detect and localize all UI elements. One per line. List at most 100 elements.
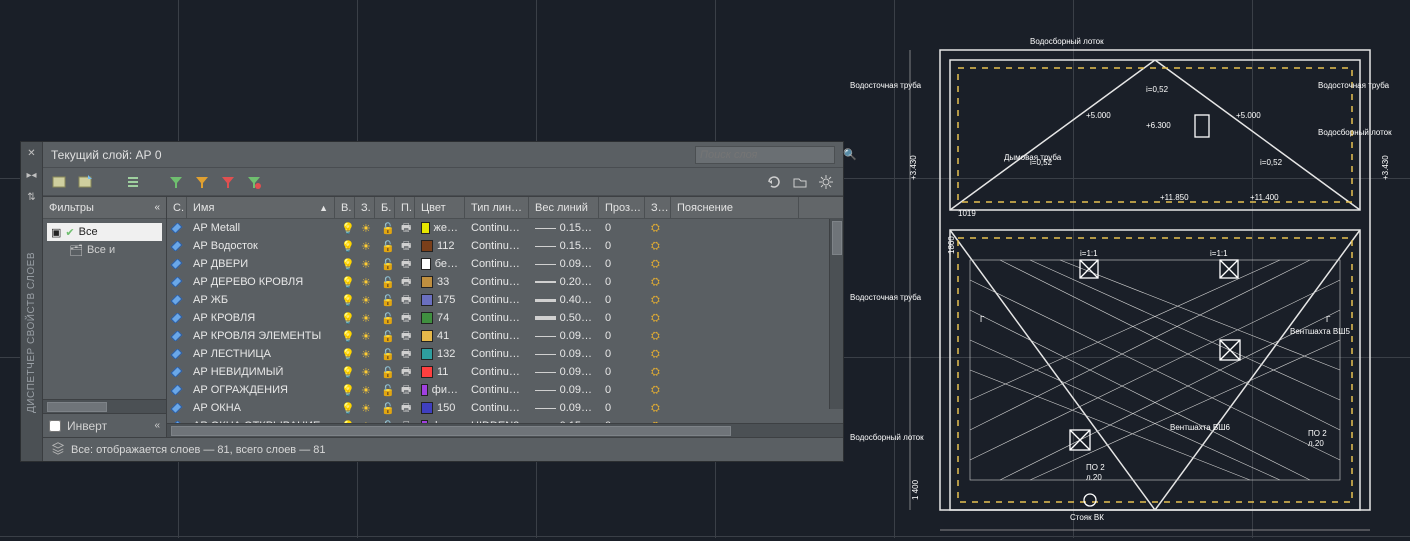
- layer-name[interactable]: АР ЖБ: [187, 294, 335, 306]
- layer-lineweight[interactable]: 0.09…: [529, 348, 599, 360]
- refresh-icon[interactable]: [765, 173, 783, 191]
- layer-transparency[interactable]: 0: [599, 384, 645, 396]
- layer-lineweight[interactable]: 0.09…: [529, 366, 599, 378]
- layer-linetype[interactable]: Continu…: [465, 258, 529, 270]
- sun-icon[interactable]: ☀: [361, 366, 371, 379]
- layer-name[interactable]: АР НЕВИДИМЫЙ: [187, 366, 335, 378]
- sun-icon[interactable]: ☀: [361, 258, 371, 271]
- layer-linetype[interactable]: Continu…: [465, 384, 529, 396]
- col-plot[interactable]: П.: [395, 197, 415, 218]
- sun-icon[interactable]: ☀: [361, 402, 371, 415]
- invert-filter-checkbox[interactable]: [49, 420, 61, 432]
- layer-linetype[interactable]: Continu…: [465, 240, 529, 252]
- search-icon[interactable]: 🔍: [843, 148, 857, 161]
- layer-linetype[interactable]: Continu…: [465, 330, 529, 342]
- layer-states-icon[interactable]: [125, 173, 143, 191]
- layer-newvp[interactable]: ⛭: [645, 348, 671, 361]
- layer-transparency[interactable]: 0: [599, 366, 645, 378]
- layer-transparency[interactable]: 0: [599, 258, 645, 270]
- layer-newvp[interactable]: ⛭: [645, 294, 671, 307]
- menu-icon[interactable]: ⇅: [25, 190, 39, 204]
- layer-color[interactable]: же…: [415, 222, 465, 234]
- layer-name[interactable]: АР ДЕРЕВО КРОВЛЯ: [187, 276, 335, 288]
- lock-icon[interactable]: 🔓: [381, 222, 395, 235]
- lock-icon[interactable]: 🔓: [381, 294, 395, 307]
- col-linetype[interactable]: Тип лин…: [465, 197, 529, 218]
- bulb-icon[interactable]: 💡: [341, 240, 355, 253]
- layer-color[interactable]: фи…: [415, 384, 465, 396]
- lock-icon[interactable]: 🔓: [381, 330, 395, 343]
- close-icon[interactable]: ✕: [25, 146, 39, 160]
- gear-icon[interactable]: [817, 173, 835, 191]
- layer-row[interactable]: АР КРОВЛЯ💡☀🔓🖶74Continu… 0.50…0⛭: [167, 309, 843, 327]
- bulb-icon[interactable]: 💡: [341, 258, 355, 271]
- layer-row[interactable]: АР ДВЕРИ💡☀🔓🖶бе…Continu… 0.09…0⛭: [167, 255, 843, 273]
- layer-name[interactable]: АР КРОВЛЯ: [187, 312, 335, 324]
- layer-row[interactable]: АР Водосток💡☀🔓🖶112Continu… 0.15…0⛭: [167, 237, 843, 255]
- layer-row[interactable]: АР ЛЕСТНИЦА💡☀🔓🖶132Continu… 0.09…0⛭: [167, 345, 843, 363]
- layer-color[interactable]: 33: [415, 276, 465, 288]
- plot-icon[interactable]: 🖶: [401, 327, 411, 346]
- layer-newvp[interactable]: ⛭: [645, 240, 671, 253]
- layer-newvp[interactable]: ⛭: [645, 222, 671, 235]
- plot-icon[interactable]: 🖶: [401, 363, 411, 382]
- search-layer-input[interactable]: 🔍: [695, 146, 835, 164]
- layer-transparency[interactable]: 0: [599, 312, 645, 324]
- layer-name[interactable]: АР ЛЕСТНИЦА: [187, 348, 335, 360]
- layer-color[interactable]: 41: [415, 330, 465, 342]
- layer-newvp[interactable]: ⛭: [645, 258, 671, 271]
- layer-name[interactable]: АР ОКНА: [187, 402, 335, 414]
- col-lock[interactable]: Б.: [375, 197, 395, 218]
- layer-lineweight[interactable]: 0.15…: [529, 222, 599, 234]
- layer-transparency[interactable]: 0: [599, 348, 645, 360]
- layer-lineweight[interactable]: 0.40…: [529, 294, 599, 306]
- bulb-icon[interactable]: 💡: [341, 348, 355, 361]
- col-on[interactable]: В.: [335, 197, 355, 218]
- layer-name[interactable]: АР ОГРАЖДЕНИЯ: [187, 384, 335, 396]
- layer-row[interactable]: АР ЖБ💡☀🔓🖶175Continu… 0.40…0⛭: [167, 291, 843, 309]
- layer-linetype[interactable]: Continu…: [465, 276, 529, 288]
- filters-hscroll[interactable]: [43, 399, 166, 413]
- bulb-icon[interactable]: 💡: [341, 222, 355, 235]
- lock-icon[interactable]: 🔓: [381, 276, 395, 289]
- plot-icon[interactable]: 🖶: [401, 345, 411, 364]
- collapse-invert-icon[interactable]: «: [154, 420, 160, 431]
- layer-newvp[interactable]: ⛭: [645, 312, 671, 325]
- layer-row[interactable]: АР Metall💡☀🔓🖶же…Continu… 0.15…0⛭: [167, 219, 843, 237]
- filter-new-icon[interactable]: [167, 173, 185, 191]
- sun-icon[interactable]: ☀: [361, 294, 371, 307]
- layer-newvp[interactable]: ⛭: [645, 366, 671, 379]
- bulb-icon[interactable]: 💡: [341, 384, 355, 397]
- layer-name[interactable]: АР Водосток: [187, 240, 335, 252]
- search-input[interactable]: [700, 149, 843, 161]
- layer-lineweight[interactable]: 0.50…: [529, 312, 599, 324]
- col-newvp[interactable]: З…: [645, 197, 671, 218]
- layer-color[interactable]: бе…: [415, 258, 465, 270]
- layer-color[interactable]: 112: [415, 240, 465, 252]
- layer-grid[interactable]: С. Имя ▲ В. З. Б. П. Цвет Тип лин… Вес л…: [167, 197, 843, 437]
- lock-icon[interactable]: 🔓: [381, 402, 395, 415]
- lock-icon[interactable]: 🔓: [381, 258, 395, 271]
- layer-lineweight[interactable]: 0.15…: [529, 240, 599, 252]
- settings-folder-icon[interactable]: [791, 173, 809, 191]
- layer-name[interactable]: АР ДВЕРИ: [187, 258, 335, 270]
- layer-lineweight[interactable]: 0.09…: [529, 330, 599, 342]
- layer-newvp[interactable]: ⛭: [645, 330, 671, 343]
- bulb-icon[interactable]: 💡: [341, 312, 355, 325]
- plot-icon[interactable]: 🖶: [401, 255, 411, 274]
- layer-name[interactable]: АР КРОВЛЯ ЭЛЕМЕНТЫ: [187, 330, 335, 342]
- filter-group-icon[interactable]: [193, 173, 211, 191]
- lock-icon[interactable]: 🔓: [381, 312, 395, 325]
- sun-icon[interactable]: ☀: [361, 240, 371, 253]
- sun-icon[interactable]: ☀: [361, 276, 371, 289]
- bulb-icon[interactable]: 💡: [341, 294, 355, 307]
- layer-transparency[interactable]: 0: [599, 222, 645, 234]
- layer-row[interactable]: АР НЕВИДИМЫЙ💡☀🔓🖶11Continu… 0.09…0⛭: [167, 363, 843, 381]
- layer-row[interactable]: АР ДЕРЕВО КРОВЛЯ💡☀🔓🖶33Continu… 0.20…0⛭: [167, 273, 843, 291]
- tree-expand-icon[interactable]: ▣: [51, 226, 61, 239]
- layer-row[interactable]: АР ОКНА💡☀🔓🖶150Continu… 0.09…0⛭: [167, 399, 843, 417]
- layer-properties-palette[interactable]: ✕ ▸◂ ⇅ ДИСПЕТЧЕР СВОЙСТВ СЛОЕВ Текущий с…: [20, 141, 844, 462]
- plot-icon[interactable]: 🖶: [401, 309, 411, 328]
- lock-icon[interactable]: 🔓: [381, 348, 395, 361]
- filter-tree-item[interactable]: ▣ ✔ Все: [47, 223, 162, 241]
